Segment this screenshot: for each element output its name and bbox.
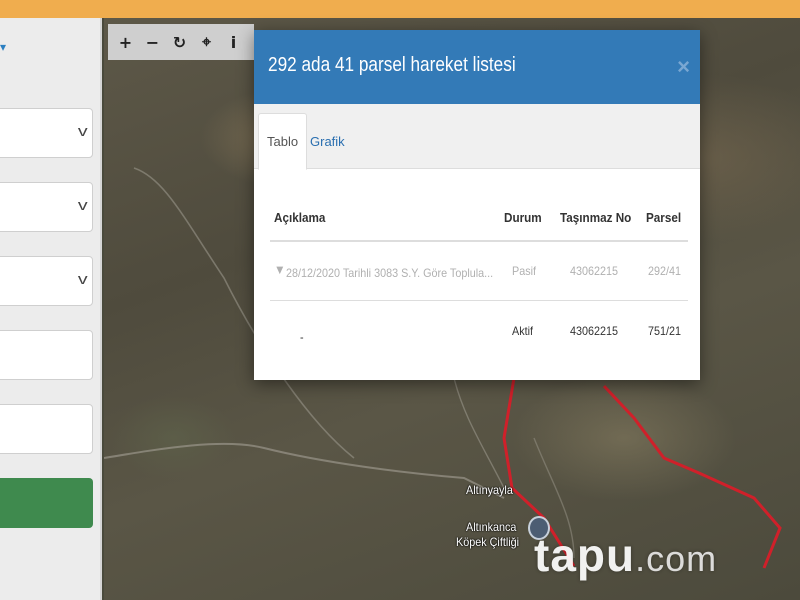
header-divider: [270, 240, 688, 242]
row-parsel: 751/21: [648, 324, 682, 338]
map-label-altinkanca: Altınkanca: [466, 520, 517, 534]
zoom-in-icon[interactable]: +: [112, 26, 139, 58]
chevron-down-icon: v: [77, 271, 88, 288]
chevron-down-icon: v: [77, 197, 88, 214]
parcel-history-modal: 292 ada 41 parsel hareket listesi × Tabl…: [254, 30, 700, 380]
row-tasinmaz-no: 43062215: [570, 324, 619, 338]
watermark-suffix: .com: [635, 538, 718, 579]
map-label-kopek-ciftligi: Köpek Çiftliği: [456, 535, 520, 549]
modal-header: 292 ada 41 parsel hareket listesi ×: [254, 30, 700, 104]
close-icon[interactable]: ×: [677, 54, 690, 80]
sidebar-caret-icon[interactable]: ▾: [0, 40, 6, 54]
select-field-2[interactable]: v: [0, 182, 93, 232]
query-button[interactable]: [0, 478, 93, 528]
expand-icon[interactable]: ▼: [274, 262, 286, 277]
watermark-brand: tapu: [534, 529, 636, 581]
modal-title: 292 ada 41 parsel hareket listesi: [268, 54, 516, 76]
text-input-1[interactable]: [0, 330, 93, 380]
refresh-icon[interactable]: ↻: [166, 26, 193, 58]
row-description: 28/12/2020 Tarihli 3083 S.Y. Göre Toplul…: [286, 266, 494, 280]
row-status: Aktif: [512, 324, 534, 338]
top-accent-bar: [0, 0, 800, 18]
tab-bar: Tablo Grafik: [254, 104, 700, 170]
row-status: Pasif: [512, 264, 537, 278]
select-field-3[interactable]: v: [0, 256, 93, 306]
row-parsel: 292/41: [648, 264, 682, 278]
header-durum: Durum: [504, 210, 542, 225]
map-toolbar: + − ↻ ⌖ i: [108, 24, 254, 60]
header-aciklama: Açıklama: [274, 210, 326, 225]
header-tasinmaz-no: Taşınmaz No: [560, 210, 632, 225]
info-icon[interactable]: i: [220, 26, 247, 58]
text-input-2[interactable]: [0, 404, 93, 454]
tab-grafik[interactable]: Grafik: [302, 113, 353, 170]
locate-icon[interactable]: ⌖: [193, 26, 220, 58]
tab-tablo[interactable]: Tablo: [258, 113, 308, 170]
row-divider: [270, 300, 688, 301]
header-parsel: Parsel: [646, 210, 682, 225]
sidebar-panel: ▾ v v v: [0, 18, 102, 600]
row-description: -: [300, 330, 304, 344]
map-label-altinyayla: Altınyayla: [466, 483, 513, 497]
row-tasinmaz-no: 43062215: [570, 264, 619, 278]
zoom-out-icon[interactable]: −: [139, 26, 166, 58]
select-field-1[interactable]: v: [0, 108, 93, 158]
watermark: tapu.com: [534, 528, 717, 582]
chevron-down-icon: v: [77, 123, 88, 140]
